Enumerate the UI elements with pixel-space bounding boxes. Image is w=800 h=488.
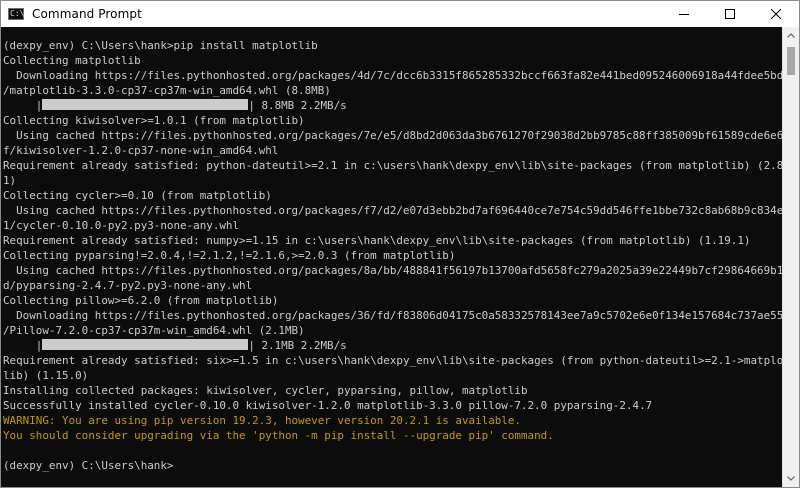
console-line: Using cached https://files.pythonhosted.… <box>3 264 782 277</box>
console-line: Collecting kiwisolver>=1.0.1 (from matpl… <box>3 114 305 127</box>
window-title: Command Prompt <box>32 7 142 21</box>
vertical-scrollbar[interactable] <box>782 27 799 487</box>
console-line: Collecting pillow>=6.2.0 (from matplotli… <box>3 294 279 307</box>
progress-bar <box>42 339 249 350</box>
progress-status: | 2.1MB 2.2MB/s <box>248 339 347 352</box>
chevron-down-icon <box>787 476 795 481</box>
minimize-button[interactable] <box>661 1 707 27</box>
console-line: Collecting matplotlib <box>3 54 141 67</box>
maximize-icon <box>725 9 735 19</box>
scroll-down-button[interactable] <box>783 470 799 487</box>
console-line: Downloading https://files.pythonhosted.o… <box>3 69 782 82</box>
console-line: 1) <box>3 174 17 187</box>
console-line: 1/cycler-0.10.0-py2.py3-none-any.whl <box>3 219 240 232</box>
console-line: Collecting cycler>=0.10 (from matplotlib… <box>3 189 272 202</box>
chevron-up-icon <box>787 33 795 38</box>
cmd-icon: C:\ <box>8 8 25 20</box>
progress-line: | | 8.8MB 2.2MB/s <box>3 98 782 113</box>
console-line: (dexpy_env) C:\Users\hank> <box>3 459 174 472</box>
console-line: (dexpy_env) C:\Users\hank>pip install ma… <box>3 39 318 52</box>
warning-line: You should consider upgrading via the 'p… <box>3 429 554 442</box>
console-line: Requirement already satisfied: six>=1.5 … <box>3 354 782 367</box>
console-line: Collecting pyparsing!=2.0.4,!=2.1.2,!=2.… <box>3 249 456 262</box>
progress-prefix: | <box>3 339 43 352</box>
command-prompt-window: C:\ Command Prompt (dexpy_env) C:\Users\… <box>0 0 800 488</box>
console-line: lib) (1.15.0) <box>3 369 89 382</box>
console-line: Requirement already satisfied: python-da… <box>3 159 782 172</box>
console-line: Using cached https://files.pythonhosted.… <box>3 204 782 217</box>
progress-bar <box>42 99 249 110</box>
window-controls <box>661 1 799 27</box>
console-line: /Pillow-7.2.0-cp37-cp37m-win_amd64.whl (… <box>3 324 305 337</box>
scroll-up-button[interactable] <box>783 27 799 44</box>
progress-line: | | 2.1MB 2.2MB/s <box>3 338 782 353</box>
console-line: /matplotlib-3.3.0-cp37-cp37m-win_amd64.w… <box>3 84 331 97</box>
console-output[interactable]: (dexpy_env) C:\Users\hank>pip install ma… <box>1 27 782 487</box>
maximize-button[interactable] <box>707 1 753 27</box>
minimize-icon <box>679 14 689 15</box>
console-line: Requirement already satisfied: numpy>=1.… <box>3 234 751 247</box>
warning-line: WARNING: You are using pip version 19.2.… <box>3 414 521 427</box>
console-line: Downloading https://files.pythonhosted.o… <box>3 309 782 322</box>
title-bar[interactable]: C:\ Command Prompt <box>1 1 799 27</box>
close-button[interactable] <box>753 1 799 27</box>
close-icon <box>771 9 781 19</box>
scrollbar-thumb[interactable] <box>787 47 795 75</box>
console-line: Using cached https://files.pythonhosted.… <box>3 129 782 142</box>
progress-status: | 8.8MB 2.2MB/s <box>248 99 347 112</box>
console-line: d/pyparsing-2.4.7-py2.py3-none-any.whl <box>3 279 253 292</box>
progress-prefix: | <box>3 99 43 112</box>
console-line: Successfully installed cycler-0.10.0 kiw… <box>3 399 653 412</box>
console-line: Installing collected packages: kiwisolve… <box>3 384 528 397</box>
console-line: f/kiwisolver-1.2.0-cp37-none-win_amd64.w… <box>3 144 279 157</box>
